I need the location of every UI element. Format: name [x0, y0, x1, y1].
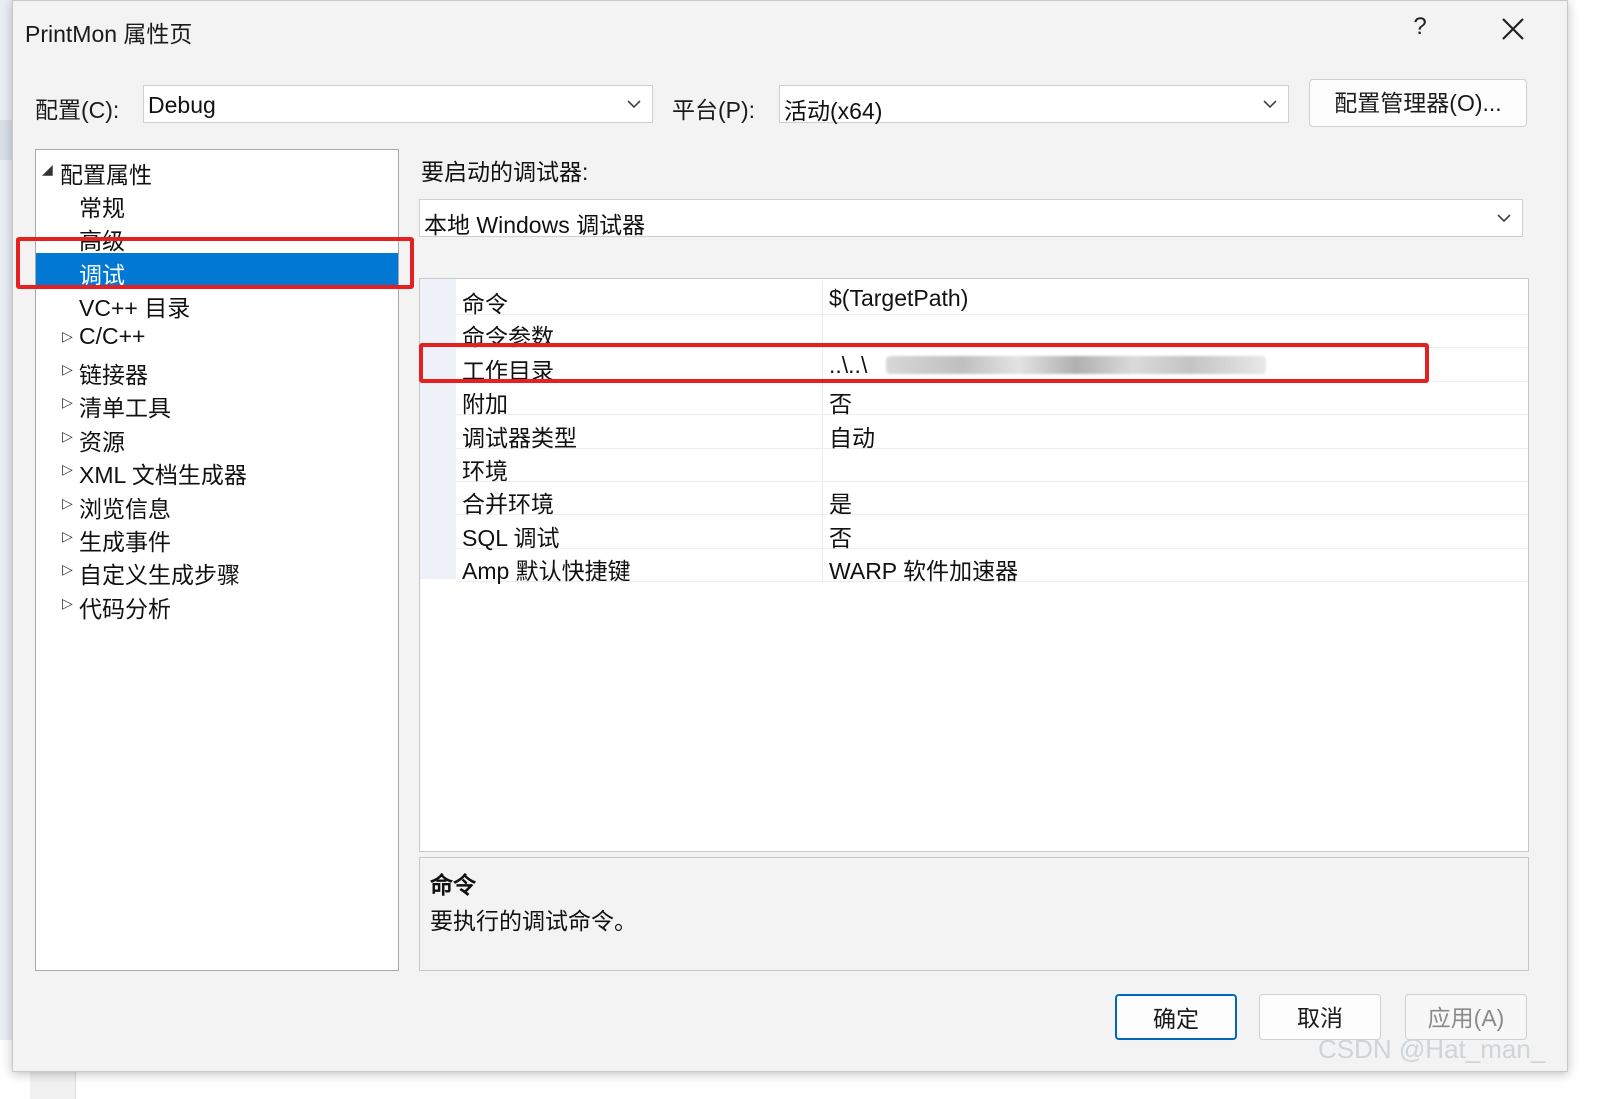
debugger-dropdown[interactable]: 本地 Windows 调试器 [419, 199, 1523, 238]
tree-item-label: XML 文档生成器 [79, 462, 247, 489]
window-title: PrintMon 属性页 [25, 21, 193, 47]
title-bar: PrintMon 属性页 ? [13, 1, 1567, 59]
description-heading: 命令 [430, 872, 476, 898]
tree-item-label: 代码分析 [79, 595, 171, 622]
property-row[interactable]: 附加否 [456, 381, 1528, 417]
watermark: CSDN @Hat_man_ [1318, 1034, 1546, 1064]
highlight-annotation-workdir [419, 343, 1429, 383]
tree-item-label: 清单工具 [79, 395, 171, 422]
description-panel: 命令 要执行的调试命令。 [419, 857, 1529, 971]
property-row[interactable]: 合并环境是 [456, 481, 1528, 517]
property-value[interactable]: $(TargetPath) [829, 285, 968, 312]
expanded-triangle-icon: ◢ [42, 161, 53, 177]
expand-triangle-icon[interactable]: ▷ [62, 428, 73, 445]
property-row[interactable]: SQL 调试否 [456, 514, 1528, 551]
tree-item[interactable]: 常规 [36, 186, 398, 221]
background-window-edge [0, 0, 12, 1099]
expand-triangle-icon[interactable]: ▷ [62, 528, 73, 545]
expand-triangle-icon[interactable]: ▷ [62, 495, 73, 512]
tree-item-label: C/C++ [79, 322, 146, 349]
platform-dropdown[interactable]: 活动(x64) [779, 85, 1289, 124]
debugger-label: 要启动的调试器: [421, 159, 589, 185]
config-dropdown[interactable]: Debug [143, 85, 653, 123]
tree-item[interactable]: VC++ 目录 [36, 286, 398, 321]
tree-item-label: 浏览信息 [79, 495, 171, 522]
tree-item[interactable]: ▷ 浏览信息 [36, 487, 398, 522]
tree-item[interactable]: ▷ 资源 [36, 420, 398, 455]
column-divider [822, 448, 823, 481]
grid-left-strip [420, 279, 456, 579]
config-value: Debug [148, 92, 216, 118]
tree-item[interactable]: ▷ C/C++ [36, 320, 398, 353]
tree-item[interactable]: ▷ XML 文档生成器 [36, 453, 398, 488]
tree-item-label: 资源 [79, 428, 125, 455]
expand-triangle-icon[interactable]: ▷ [62, 561, 73, 578]
highlight-annotation-debug [16, 237, 414, 289]
debugger-value: 本地 Windows 调试器 [424, 212, 646, 238]
expand-triangle-icon[interactable]: ▷ [62, 328, 73, 345]
tree-item[interactable]: ▷ 代码分析 [36, 587, 398, 622]
expand-triangle-icon[interactable]: ▷ [62, 461, 73, 478]
description-text: 要执行的调试命令。 [430, 908, 637, 934]
expand-triangle-icon[interactable]: ▷ [62, 595, 73, 612]
expand-triangle-icon[interactable]: ▷ [62, 394, 73, 411]
chevron-down-icon [626, 96, 642, 117]
help-button[interactable]: ? [1405, 13, 1435, 41]
column-divider [822, 481, 823, 515]
expand-triangle-icon[interactable]: ▷ [62, 361, 73, 378]
tree-item[interactable]: ▷ 链接器 [36, 353, 398, 388]
tree-item-label: 生成事件 [79, 529, 171, 555]
property-name: Amp 默认快捷键 [462, 558, 631, 585]
column-divider [822, 381, 823, 415]
tree-item[interactable]: ▷ 生成事件 [36, 520, 398, 555]
tree-item-label: 常规 [79, 195, 125, 221]
column-divider [822, 548, 823, 582]
platform-label: 平台(P): [672, 97, 756, 123]
config-manager-button[interactable]: 配置管理器(O)... [1309, 79, 1527, 127]
column-divider [822, 281, 823, 314]
property-row[interactable]: 调试器类型 自动 [456, 414, 1528, 451]
property-pages-dialog: PrintMon 属性页 ? 配置(C): Debug 平台(P): 活动(x6… [12, 0, 1568, 1072]
tree-item-label: 自定义生成步骤 [79, 562, 240, 589]
config-label: 配置(C): [35, 97, 120, 123]
property-row[interactable]: Amp 默认快捷键 WARP 软件加速器 [456, 548, 1528, 584]
tree-item-label: VC++ 目录 [79, 295, 191, 322]
ok-button[interactable]: 确定 [1115, 994, 1237, 1040]
platform-value: 活动(x64) [784, 98, 883, 124]
tree-item[interactable]: ▷ 自定义生成步骤 [36, 553, 398, 588]
property-row[interactable]: 环境 [456, 448, 1528, 484]
close-icon[interactable] [1493, 11, 1533, 47]
tree-root-label: 配置属性 [60, 162, 152, 188]
tree-root-item[interactable]: ◢ 配置属性 [36, 153, 398, 188]
column-divider [822, 414, 823, 448]
column-divider [822, 514, 823, 548]
chevron-down-icon [1496, 210, 1512, 231]
property-row[interactable]: 命令 $(TargetPath) [456, 281, 1528, 317]
background-accent [0, 120, 12, 160]
tree-item[interactable]: ▷ 清单工具 [36, 386, 398, 421]
chevron-down-icon [1262, 96, 1278, 117]
property-value[interactable]: WARP 软件加速器 [829, 552, 1018, 586]
tree-item-label: 链接器 [79, 362, 148, 388]
